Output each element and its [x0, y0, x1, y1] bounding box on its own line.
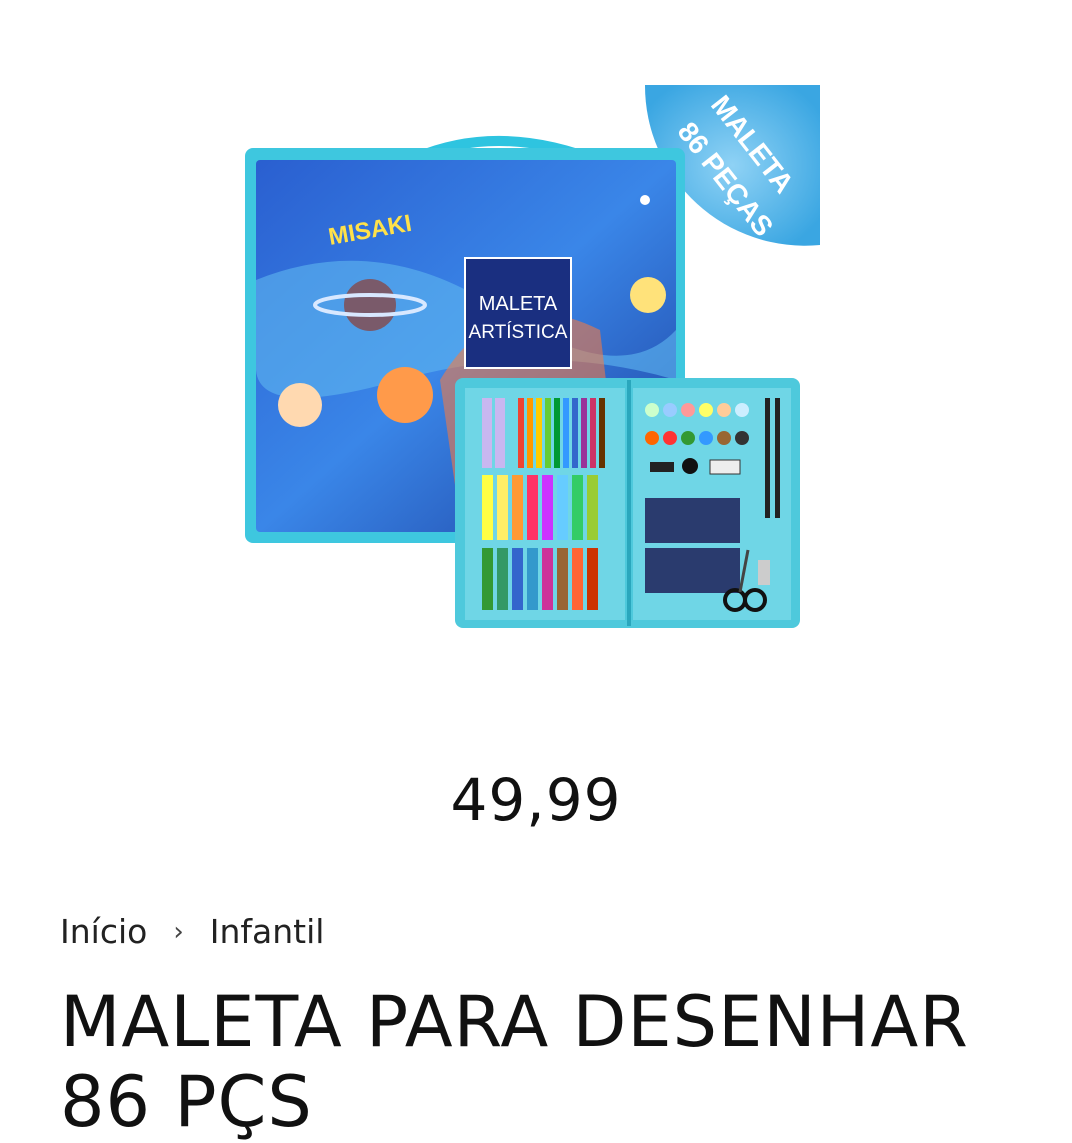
- box-label-line1: MALETA: [479, 293, 558, 315]
- breadcrumb-separator-icon: ›: [173, 916, 184, 947]
- breadcrumb-category-link[interactable]: Infantil: [210, 912, 325, 951]
- product-title: MALETA PARA DESENHAR 86 PÇS: [60, 981, 969, 1143]
- open-case: [455, 378, 800, 628]
- breadcrumb-home-link[interactable]: Início: [60, 912, 147, 951]
- breadcrumb: Início › Infantil: [60, 912, 324, 951]
- box-label-line2: ARTÍSTICA: [469, 322, 568, 343]
- product-price: 49,99: [450, 766, 622, 834]
- product-photo: MALETA 86 PEÇAS MISAKI MALETA ARTÍSTICA: [245, 85, 820, 628]
- product-image[interactable]: MALETA 86 PEÇAS MISAKI MALETA ARTÍSTICA: [240, 80, 825, 640]
